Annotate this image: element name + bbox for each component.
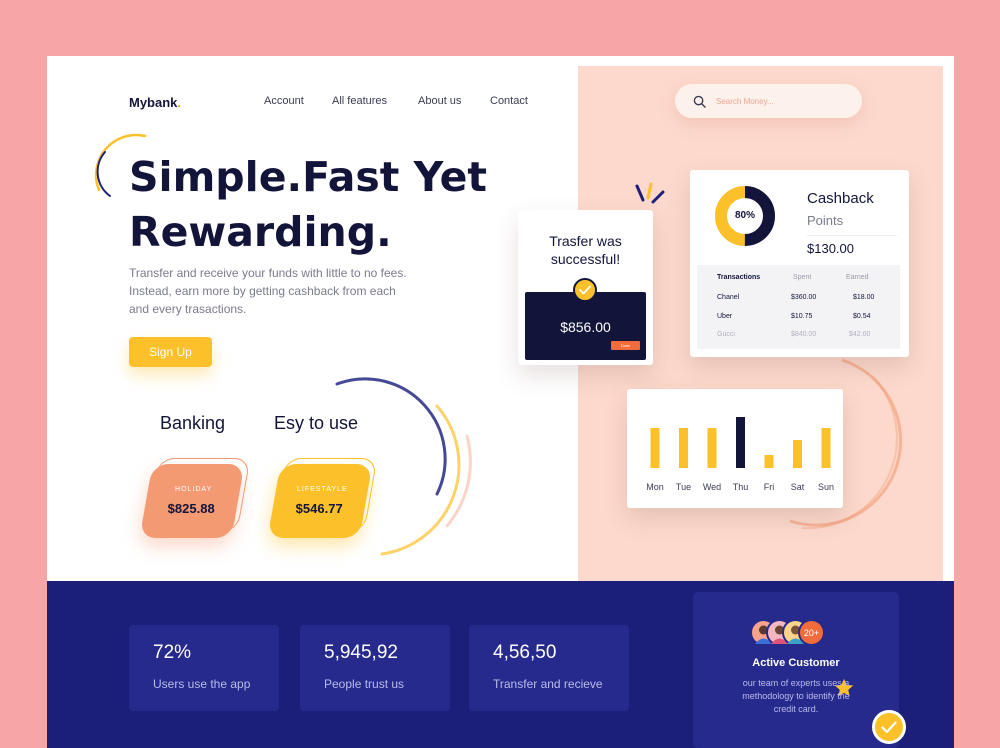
holiday-card[interactable]: HOLIDAY $825.88 <box>139 464 245 538</box>
transfer-amount: $856.00 <box>560 319 611 335</box>
lifestyle-card-amount: $546.77 <box>295 501 343 516</box>
row-earned: $18.00 <box>853 294 875 301</box>
tick-label-fri: Fri <box>764 482 775 492</box>
hero-subtitle-line-1: Transfer and receive your funds with lit… <box>129 266 407 280</box>
hero-subtitle-line-2: Instead, earn more by getting cashback f… <box>129 284 396 298</box>
search-bar[interactable] <box>675 84 862 118</box>
bar-thu[interactable] <box>736 417 745 468</box>
feature-label-easy: Esy to use <box>274 413 359 433</box>
search-icon <box>693 95 706 108</box>
active-customer-title: Active Customer <box>752 657 840 669</box>
nav-all-features[interactable]: All features <box>332 95 387 107</box>
divider <box>807 235 897 236</box>
cashback-title: Cashback <box>807 190 874 207</box>
bar-fri[interactable] <box>764 455 774 468</box>
stat-card-transfer: 4,56,50 Transfer and recieve <box>469 625 629 711</box>
customer-count-badge: 20+ <box>798 619 825 646</box>
bar-sun[interactable] <box>821 428 831 468</box>
stat-label: People trust us <box>324 677 405 691</box>
bar-sat[interactable] <box>793 440 802 468</box>
stat-value: 72% <box>153 642 192 663</box>
weekly-bar-chart: Mon Tue Wed Thu Fri Sat Sun <box>627 389 843 508</box>
table-header: Transactions Spent Earned <box>697 274 900 286</box>
active-customer-desc-line-3: credit card. <box>773 704 819 714</box>
bar-mon[interactable] <box>650 428 660 468</box>
bar-chart-svg: Mon Tue Wed Thu Fri Sat Sun <box>646 417 834 492</box>
hero-title-line-2: Rewarding. <box>129 208 392 256</box>
holiday-card-amount: $825.88 <box>167 501 215 516</box>
done-button[interactable]: Done <box>611 341 640 350</box>
active-customer-desc-line-2: methodology to identify the <box>742 691 850 701</box>
row-merchant: Uber <box>717 313 733 320</box>
stat-card-trust: 5,945,92 People trust us <box>300 625 450 711</box>
sign-up-button[interactable]: Sign Up <box>129 337 212 367</box>
nav-contact[interactable]: Contact <box>490 95 528 107</box>
transfer-success-line-2: successful! <box>550 251 621 267</box>
cashback-points-label: Points <box>807 213 844 228</box>
tick-label-sat: Sat <box>791 482 805 492</box>
bar-wed[interactable] <box>707 428 717 468</box>
lifestyle-card-tag: LIFESTAYLE <box>296 486 348 493</box>
nav-account[interactable]: Account <box>264 95 304 107</box>
tick-label-thu: Thu <box>733 482 749 492</box>
tick-label-tue: Tue <box>676 482 691 492</box>
transfer-success-message: Trasfer was successful! <box>518 232 653 268</box>
transactions-table: Transactions Spent Earned Chanel $360.00… <box>697 265 900 349</box>
hero-title-line-1: Simple.Fast Yet <box>129 153 487 201</box>
nav-about-us[interactable]: About us <box>418 95 461 107</box>
bar-tue[interactable] <box>679 428 688 468</box>
holiday-card-tag: HOLIDAY <box>175 486 213 493</box>
header-transactions: Transactions <box>717 274 761 281</box>
stat-value: 4,56,50 <box>493 642 557 663</box>
hero-subtitle-line-3: and every trasactions. <box>129 302 247 316</box>
stat-label: Transfer and recieve <box>493 677 603 691</box>
hero-title: Simple.Fast Yet Rewarding. <box>129 150 549 260</box>
check-badge-icon[interactable] <box>872 710 906 744</box>
check-icon <box>573 278 597 302</box>
hero-subtitle: Transfer and receive your funds with lit… <box>129 264 449 318</box>
header-earned: Earned <box>846 274 869 281</box>
row-spent: $10.75 <box>791 313 813 320</box>
stat-label: Users use the app <box>153 677 251 691</box>
tick-label-wed: Wed <box>703 482 721 492</box>
tick-label-sun: Sun <box>818 482 834 492</box>
active-customer-description: our team of experts uses a methodology t… <box>729 677 863 716</box>
page-frame: Mybank. Account All features About us Co… <box>47 56 954 748</box>
sparkle-icon <box>635 182 665 204</box>
transfer-success-card: Trasfer was successful! $856.00 Done <box>518 210 653 365</box>
row-merchant: Chanel <box>717 294 740 301</box>
lifestyle-card[interactable]: LIFESTAYLE $546.77 <box>267 464 373 538</box>
table-row[interactable]: Uber $10.75 $0.54 <box>697 313 900 325</box>
row-spent: $840.00 <box>791 331 817 338</box>
stat-card-users: 72% Users use the app <box>129 625 279 711</box>
brand-logo[interactable]: Mybank. <box>129 95 181 110</box>
transfer-success-line-1: Trasfer was <box>549 233 622 249</box>
table-row[interactable]: Gucci $840.00 $42.00 <box>697 331 900 343</box>
cashback-card: 80% Cashback Points $130.00 Transactions… <box>690 170 909 357</box>
stat-value: 5,945,92 <box>324 642 398 663</box>
cashback-percent: 80% <box>734 210 755 221</box>
row-spent: $360.00 <box>791 294 817 301</box>
row-earned: $0.54 <box>853 313 871 320</box>
tick-label-mon: Mon <box>646 482 664 492</box>
row-merchant: Gucci <box>717 331 735 338</box>
header-spent: Spent <box>793 274 812 281</box>
active-customer-card: 20+ Active Customer our team of experts … <box>693 592 899 748</box>
feature-label-banking: Banking <box>160 413 226 433</box>
search-input[interactable] <box>716 96 836 106</box>
active-customer-desc-line-1: our team of experts uses a <box>742 678 850 688</box>
table-row[interactable]: Chanel $360.00 $18.00 <box>697 294 900 306</box>
row-earned: $42.00 <box>849 331 871 338</box>
cashback-value: $130.00 <box>807 241 854 256</box>
